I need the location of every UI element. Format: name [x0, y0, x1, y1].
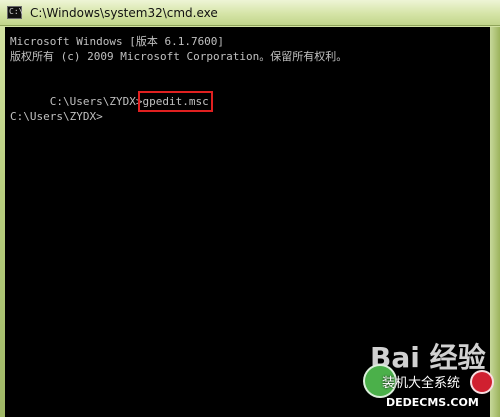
command-prompt-icon: C:\: [7, 6, 23, 19]
console-current-prompt: C:\Users\ZYDX>: [10, 110, 103, 123]
console-output[interactable]: Microsoft Windows [版本 6.1.7600] 版权所有 (c)…: [5, 27, 490, 417]
highlighted-command: gpedit.msc: [138, 91, 213, 112]
console-line-copyright: 版权所有 (c) 2009 Microsoft Corporation。保留所有…: [10, 50, 348, 63]
command-prompt-window: C:\ C:\Windows\system32\cmd.exe Microsof…: [0, 0, 500, 417]
window-title: C:\Windows\system32\cmd.exe: [30, 6, 218, 20]
command-prompt-path: C:\Users\ZYDX>: [49, 95, 143, 108]
window-right-frame: [490, 27, 500, 417]
title-bar[interactable]: C:\ C:\Windows\system32\cmd.exe: [0, 0, 500, 26]
console-line-version: Microsoft Windows [版本 6.1.7600]: [10, 35, 225, 48]
